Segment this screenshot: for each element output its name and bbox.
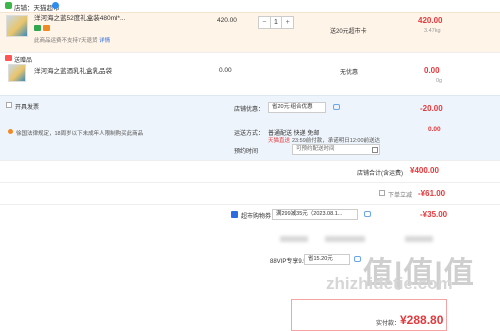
supermarket-coupon-amount: -¥35.00 [420,210,448,219]
express-tag: 天猫直送 [268,138,291,144]
instant-discount-label: 下单立减 [388,193,413,199]
location-icon [8,129,13,134]
schedule-time-input[interactable]: 可预约配送时间 [292,144,380,155]
age-restriction-note: 徐国法律规定，18周岁以下未成年人限制购买此商品 [16,131,144,137]
product-name[interactable]: 洋河海之蓝52度礼盒装480ml*... [34,14,125,23]
supermarket-coupon-select[interactable]: 满299减35元（2023.08.1... [272,209,358,220]
blurred-text [405,236,433,242]
chat-icon[interactable] [52,2,59,9]
increase-button[interactable]: + [282,17,293,28]
gift-total: 0.00 [424,66,440,75]
gift-section-label: 送赠品 [14,58,33,64]
coupon-info-icon[interactable] [364,211,371,217]
instant-discount-amount: -¥61.00 [418,189,446,198]
gift-weight: 0g [436,78,443,84]
item-total: 420.00 [418,16,443,25]
item-weight: 3.47kg [424,28,441,34]
blurred-text [280,236,308,242]
invoice-label[interactable]: 开具发票 [15,102,39,111]
watermark-url: zhizhidetie.com [326,274,453,293]
supermarket-coupon-label: 超市购物券 [241,214,272,220]
gift-thumbnail[interactable] [8,64,26,82]
shipping-amount: 0.00 [428,126,441,133]
note-detail-link[interactable]: 详情 [99,38,110,44]
service-tag-icon [34,25,41,31]
gift-tag: 无优惠 [340,70,359,76]
gift-icon [5,55,12,61]
schedule-label: 预约时间 [234,149,259,155]
store-icon [5,2,12,9]
unit-price: 420.00 [217,17,237,24]
product-thumbnail[interactable] [6,15,28,37]
coupon-select[interactable]: 省20元:组合优惠 [268,102,326,113]
vip-info-icon[interactable] [354,256,361,262]
shipping-label: 运送方式： [234,131,265,137]
quantity-stepper[interactable]: − 1 + [258,16,294,29]
gift-price: 0.00 [219,67,232,74]
note-text: 此商品运费不支持7天退货 [34,38,98,44]
subtotal-amount: ¥400.00 [410,166,439,175]
coupon-amount: -20.00 [420,104,443,113]
total-amount: ¥288.80 [400,313,444,327]
promo-tag-icon [43,25,50,31]
info-icon[interactable] [333,104,340,110]
total-label: 实付款： [376,321,401,327]
subtotal-label: 店铺合计(含运费) [357,171,403,177]
instant-discount-checkbox[interactable] [379,190,385,196]
supermarket-coupon-checkbox[interactable] [231,211,238,218]
calendar-icon[interactable] [372,147,378,153]
gift-name[interactable]: 洋河海之蓝酒乳礼盒乳品袋 [34,67,112,76]
gift-card-promo: 送20元超市卡 [330,29,367,35]
express-promise: 23:59前付款，承诺明日12:00前送达 [292,138,381,144]
coupon-label: 店铺优惠： [234,107,265,113]
vip-select[interactable]: 省15.20元 [304,254,350,265]
quantity-value[interactable]: 1 [269,17,283,28]
decrease-button[interactable]: − [259,17,270,28]
store-header [0,0,500,12]
invoice-checkbox[interactable] [6,102,12,108]
blurred-text [325,236,365,242]
return-policy-note: 此商品运费不支持7天退货 详情 [34,36,110,44]
